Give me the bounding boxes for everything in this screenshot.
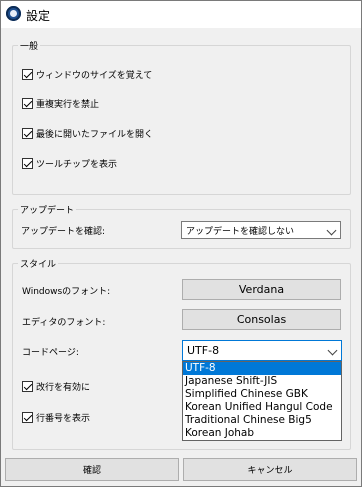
ok-label: 確認 [82,466,101,476]
codepage-label: コードページ: [22,348,79,358]
checkbox-label: 最後に開いたファイルを開く [36,129,154,140]
update-check-label: アップデートを確認: [21,227,106,237]
checkbox-box[interactable] [22,380,33,392]
codepage-option[interactable]: Korean Johab [183,427,341,440]
window-title: 設定 [26,9,51,23]
checkbox-box[interactable] [22,157,33,169]
general-heading: 一般 [18,39,41,52]
editor-font-label: エディタのフォント: [22,318,106,328]
editor-font-value: Consolas [236,313,287,326]
codepage-value: UTF-8 [187,344,220,357]
checkbox-label: ウィンドウのサイズを覚えて [36,70,153,81]
chevron-down-icon [327,345,338,356]
title-bar: 設定 [1,1,361,28]
codepage-option[interactable]: Simplified Chinese GBK [183,388,341,401]
windows-font-button[interactable]: Verdana [182,279,341,300]
codepage-option[interactable]: Korean Unified Hangul Code [183,401,341,414]
enable-wrap-checkbox[interactable]: 改行を有効に [22,379,90,393]
style-heading: スタイル [18,257,59,270]
editor-font-button[interactable]: Consolas [182,309,341,330]
update-check-value: アップデートを確認しない [186,226,295,237]
checkbox-box[interactable] [22,97,33,109]
cancel-button[interactable]: キャンセル [183,458,357,481]
codepage-option[interactable]: Japanese Shift-JIS [183,375,341,388]
show-tooltips-checkbox[interactable]: ツールチップを表示 [22,156,117,170]
codepage-dropdown-list: UTF-8 Japanese Shift-JIS Simplified Chin… [182,361,342,441]
remember-window-size-checkbox[interactable]: ウィンドウのサイズを覚えて [22,67,152,81]
codepage-option[interactable]: UTF-8 [183,362,341,375]
settings-window: 設定 一般 ウィンドウのサイズを覚えて 重複実行を禁止 最後に開いたファイルを開… [0,0,362,487]
checkbox-box[interactable] [22,411,33,423]
update-heading: アップデート [18,203,77,216]
windows-font-value: Verdana [238,283,285,296]
checkbox-box[interactable] [22,68,33,80]
chevron-down-icon [326,225,337,236]
ok-button[interactable]: 確認 [5,458,179,481]
show-line-numbers-checkbox[interactable]: 行番号を表示 [22,410,90,424]
checkbox-label: ツールチップを表示 [36,159,118,170]
open-last-file-checkbox[interactable]: 最後に開いたファイルを開く [22,126,153,140]
checkbox-box[interactable] [22,127,33,139]
prevent-duplicate-run-checkbox[interactable]: 重複実行を禁止 [22,96,99,110]
windows-font-label: Windowsのフォント: [22,287,111,297]
checkbox-label: 行番号を表示 [36,413,91,424]
cancel-label: キャンセル [247,466,293,476]
checkbox-label: 改行を有効に [36,382,91,393]
app-gear-icon [6,6,21,21]
codepage-select[interactable]: UTF-8 [182,340,342,361]
codepage-option[interactable]: Traditional Chinese Big5 [183,414,341,427]
update-check-select[interactable]: アップデートを確認しない [181,221,341,239]
checkbox-label: 重複実行を禁止 [36,99,100,110]
